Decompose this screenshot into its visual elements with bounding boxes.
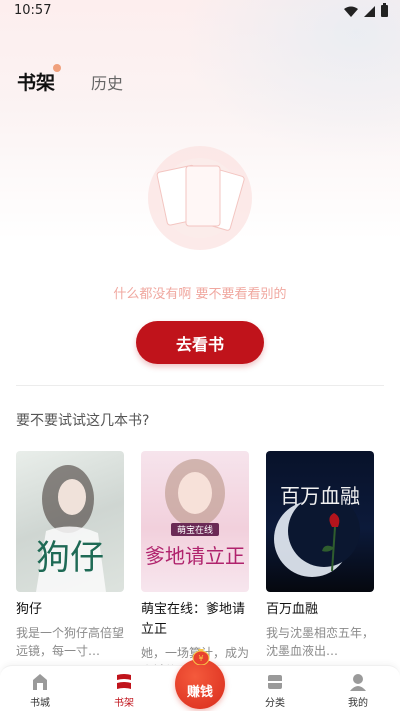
battery-icon: [381, 3, 388, 17]
nav-item-profile[interactable]: 我的: [328, 672, 388, 710]
book-title: 百万血融: [266, 602, 319, 617]
tab-bookshelf[interactable]: 书架: [17, 64, 62, 95]
svg-text:狗仔: 狗仔: [36, 538, 104, 578]
status-time: 10:57: [14, 3, 52, 18]
svg-text:百万血融: 百万血融: [280, 484, 360, 508]
status-bar: 10:57: [0, 0, 400, 24]
book-card[interactable]: 萌宝在线 爹地请立正 萌宝在线：爹地请立正 她，一场算计，成为全城的…: [141, 451, 249, 680]
wifi-icon: [344, 6, 358, 17]
money-bag-icon: ¥: [192, 649, 210, 665]
profile-icon: [350, 674, 366, 691]
nav-item-category[interactable]: 分类: [245, 672, 305, 710]
suggest-section-title: 要不要试试这几本书?: [16, 413, 150, 429]
book-description: 我与沈墨相恋五年，沈墨血液出…: [266, 626, 375, 658]
nav-label: 分类: [265, 698, 285, 709]
book-description: 我是一个狗仔高倍望远镜，每一寸…: [16, 626, 125, 658]
svg-text:¥: ¥: [198, 654, 203, 663]
bookshelf-icon: [117, 674, 131, 689]
nav-label: 书架: [114, 698, 134, 709]
nav-label: 书城: [30, 698, 50, 709]
signal-icon: [364, 5, 375, 17]
tab-bookshelf-label: 书架: [17, 72, 56, 94]
book-cover-art: 百万血融: [274, 484, 360, 577]
svg-text:爹地请立正: 爹地请立正: [145, 544, 245, 568]
status-icons: [344, 3, 388, 17]
earn-money-button[interactable]: 赚钱: [175, 659, 225, 709]
nav-item-bookstore[interactable]: 书城: [10, 672, 70, 710]
category-icon: [268, 675, 282, 689]
book-card[interactable]: 狗仔 狗仔 我是一个狗仔高倍望远镜，每一寸…: [16, 451, 124, 660]
book-cover[interactable]: 萌宝在线 爹地请立正: [141, 451, 249, 592]
tab-history[interactable]: 历史: [91, 70, 123, 94]
book-cover-art: 萌宝在线 爹地请立正: [145, 459, 245, 568]
svg-text:萌宝在线: 萌宝在线: [177, 524, 213, 536]
book-cover[interactable]: 狗仔: [16, 451, 124, 592]
go-read-button[interactable]: 去看书: [136, 321, 264, 364]
book-card[interactable]: 百万血融 百万血融 我与沈墨相恋五年，沈墨血液出…: [266, 451, 374, 660]
tab-indicator-dot: [53, 64, 62, 72]
book-cover-art: 狗仔: [36, 465, 106, 592]
nav-item-bookshelf[interactable]: 书架: [94, 672, 154, 710]
home-icon: [33, 674, 47, 690]
suggested-books-list: 狗仔 狗仔 我是一个狗仔高倍望远镜，每一寸… 萌宝在线 爹地请立正 萌宝在线：爹…: [16, 451, 384, 678]
divider: [16, 385, 384, 386]
empty-books-illustration: [148, 146, 252, 250]
empty-message: 什么都没有啊 要不要看看别的: [113, 287, 287, 302]
book-title: 萌宝在线：爹地请立正: [141, 602, 246, 637]
book-cover[interactable]: 百万血融: [266, 451, 374, 592]
book-title: 狗仔: [16, 602, 43, 617]
nav-label: 我的: [348, 698, 368, 709]
